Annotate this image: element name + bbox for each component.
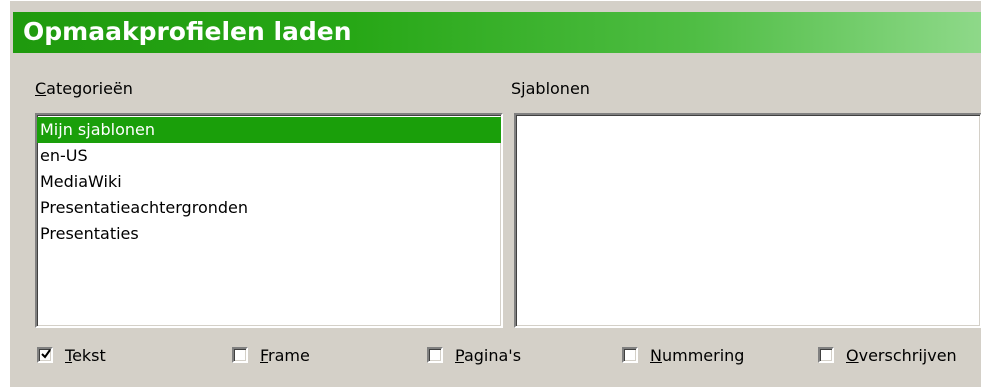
numbering-checkbox-box[interactable] xyxy=(622,347,638,363)
frame-checkbox-label: Frame xyxy=(260,346,310,365)
templates-list[interactable] xyxy=(514,113,981,328)
option-numbering-checkbox[interactable]: Nummering xyxy=(622,342,744,368)
dialog-title: Opmaakprofielen laden xyxy=(23,17,352,46)
frame-label-rest: rame xyxy=(268,345,310,365)
text-checkbox-label: Tekst xyxy=(65,346,106,365)
category-item-mediawiki[interactable]: MediaWiki xyxy=(37,169,501,195)
templates-label: Sjablonen xyxy=(511,79,590,98)
category-item-en-us[interactable]: en-US xyxy=(37,143,501,169)
overwrite-label-rest: verschrijven xyxy=(858,345,957,365)
category-item-presentaties[interactable]: Presentaties xyxy=(37,221,501,247)
options-row: Tekst Frame Pagina's Nummering Overschri… xyxy=(10,342,981,368)
pages-checkbox-label: Pagina's xyxy=(455,346,521,365)
text-mnemonic: T xyxy=(65,345,73,365)
numbering-checkbox-label: Nummering xyxy=(650,346,744,365)
frame-mnemonic: F xyxy=(260,345,269,365)
categories-label-mnemonic: C xyxy=(35,79,47,98)
overwrite-mnemonic: O xyxy=(846,345,859,365)
text-checkbox-box[interactable] xyxy=(37,347,53,363)
templates-label-post: ablonen xyxy=(525,79,590,98)
overwrite-checkbox-box[interactable] xyxy=(818,347,834,363)
dialog-titlebar: Opmaakprofielen laden xyxy=(13,12,981,53)
text-label-rest: ekst xyxy=(72,345,106,365)
pages-label-rest: agina's xyxy=(463,345,522,365)
category-item-mijn-sjablonen[interactable]: Mijn sjablonen xyxy=(37,117,501,143)
templates-label-pre: S xyxy=(511,79,522,98)
option-frame-checkbox[interactable]: Frame xyxy=(232,342,310,368)
option-pages-checkbox[interactable]: Pagina's xyxy=(427,342,521,368)
numbering-mnemonic: N xyxy=(650,345,662,365)
pages-checkbox-box[interactable] xyxy=(427,347,443,363)
pages-mnemonic: P xyxy=(455,345,464,365)
option-text-checkbox[interactable]: Tekst xyxy=(37,342,106,368)
checkmark-icon xyxy=(41,349,51,359)
categories-label-rest: ategorieën xyxy=(46,79,133,98)
overwrite-checkbox-label: Overschrijven xyxy=(846,346,957,365)
numbering-label-rest: ummering xyxy=(661,345,745,365)
frame-checkbox-box[interactable] xyxy=(232,347,248,363)
categories-list[interactable]: Mijn sjablonen en-US MediaWiki Presentat… xyxy=(35,113,503,328)
category-item-presentatieachtergronden[interactable]: Presentatieachtergronden xyxy=(37,195,501,221)
categories-label: Categorieën xyxy=(35,79,133,98)
load-styles-dialog: Opmaakprofielen laden Categorieën Sjablo… xyxy=(9,0,981,387)
option-overwrite-checkbox[interactable]: Overschrijven xyxy=(818,342,957,368)
